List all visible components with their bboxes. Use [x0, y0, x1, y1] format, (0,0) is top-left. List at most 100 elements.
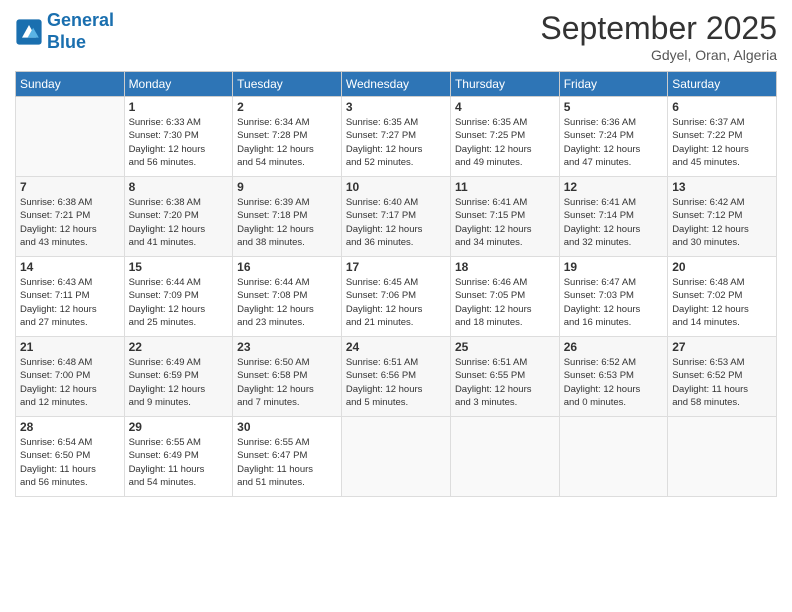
day-info: Sunrise: 6:35 AM Sunset: 7:25 PM Dayligh…	[455, 116, 555, 169]
day-info: Sunrise: 6:47 AM Sunset: 7:03 PM Dayligh…	[564, 276, 663, 329]
calendar-cell: 26 Sunrise: 6:52 AM Sunset: 6:53 PM Dayli…	[559, 337, 667, 417]
location-text: Gdyel, Oran, Algeria	[540, 47, 777, 63]
weekday-header: Tuesday	[233, 72, 342, 97]
day-info: Sunrise: 6:33 AM Sunset: 7:30 PM Dayligh…	[129, 116, 229, 169]
calendar-cell: 1 Sunrise: 6:33 AM Sunset: 7:30 PM Daylig…	[124, 97, 233, 177]
calendar-cell	[341, 417, 450, 497]
day-number: 26	[564, 340, 663, 354]
day-number: 7	[20, 180, 120, 194]
day-number: 4	[455, 100, 555, 114]
logo-text: General Blue	[47, 10, 114, 53]
page-container: General Blue September 2025 Gdyel, Oran,…	[0, 0, 792, 507]
day-number: 24	[346, 340, 446, 354]
day-info: Sunrise: 6:41 AM Sunset: 7:14 PM Dayligh…	[564, 196, 663, 249]
title-block: September 2025 Gdyel, Oran, Algeria	[540, 10, 777, 63]
day-number: 20	[672, 260, 772, 274]
day-number: 8	[129, 180, 229, 194]
logo-general: General	[47, 10, 114, 30]
day-info: Sunrise: 6:35 AM Sunset: 7:27 PM Dayligh…	[346, 116, 446, 169]
day-number: 3	[346, 100, 446, 114]
day-info: Sunrise: 6:40 AM Sunset: 7:17 PM Dayligh…	[346, 196, 446, 249]
day-info: Sunrise: 6:44 AM Sunset: 7:08 PM Dayligh…	[237, 276, 337, 329]
calendar-cell: 18 Sunrise: 6:46 AM Sunset: 7:05 PM Dayli…	[450, 257, 559, 337]
calendar-cell: 23 Sunrise: 6:50 AM Sunset: 6:58 PM Dayli…	[233, 337, 342, 417]
calendar-cell: 22 Sunrise: 6:49 AM Sunset: 6:59 PM Dayli…	[124, 337, 233, 417]
calendar-cell: 8 Sunrise: 6:38 AM Sunset: 7:20 PM Daylig…	[124, 177, 233, 257]
day-number: 12	[564, 180, 663, 194]
calendar-cell: 25Sunrise: 6:51 AM Sunset: 6:55 PM Dayli…	[450, 337, 559, 417]
day-number: 18	[455, 260, 555, 274]
day-number: 2	[237, 100, 337, 114]
weekday-header: Wednesday	[341, 72, 450, 97]
calendar-cell: 20 Sunrise: 6:48 AM Sunset: 7:02 PM Dayli…	[668, 257, 777, 337]
logo-blue: Blue	[47, 32, 86, 52]
calendar-cell: 11 Sunrise: 6:41 AM Sunset: 7:15 PM Dayli…	[450, 177, 559, 257]
weekday-header: Monday	[124, 72, 233, 97]
calendar-cell: 3 Sunrise: 6:35 AM Sunset: 7:27 PM Daylig…	[341, 97, 450, 177]
day-info: Sunrise: 6:44 AM Sunset: 7:09 PM Dayligh…	[129, 276, 229, 329]
day-number: 5	[564, 100, 663, 114]
day-number: 19	[564, 260, 663, 274]
day-number: 1	[129, 100, 229, 114]
day-info: Sunrise: 6:48 AM Sunset: 7:02 PM Dayligh…	[672, 276, 772, 329]
calendar-cell: 30Sunrise: 6:55 AM Sunset: 6:47 PM Dayli…	[233, 417, 342, 497]
day-info: Sunrise: 6:51 AM Sunset: 6:55 PM Dayligh…	[455, 356, 555, 409]
calendar-cell: 6Sunrise: 6:37 AM Sunset: 7:22 PM Daylig…	[668, 97, 777, 177]
calendar-cell: 27Sunrise: 6:53 AM Sunset: 6:52 PM Dayli…	[668, 337, 777, 417]
calendar-cell: 10 Sunrise: 6:40 AM Sunset: 7:17 PM Dayli…	[341, 177, 450, 257]
calendar-cell	[16, 97, 125, 177]
day-number: 28	[20, 420, 120, 434]
day-info: Sunrise: 6:38 AM Sunset: 7:20 PM Dayligh…	[129, 196, 229, 249]
day-number: 22	[129, 340, 229, 354]
day-info: Sunrise: 6:42 AM Sunset: 7:12 PM Dayligh…	[672, 196, 772, 249]
day-number: 9	[237, 180, 337, 194]
day-info: Sunrise: 6:41 AM Sunset: 7:15 PM Dayligh…	[455, 196, 555, 249]
day-number: 23	[237, 340, 337, 354]
logo: General Blue	[15, 10, 114, 53]
day-number: 11	[455, 180, 555, 194]
day-number: 27	[672, 340, 772, 354]
calendar-cell: 28 Sunrise: 6:54 AM Sunset: 6:50 PM Dayli…	[16, 417, 125, 497]
calendar-cell: 4 Sunrise: 6:35 AM Sunset: 7:25 PM Daylig…	[450, 97, 559, 177]
day-info: Sunrise: 6:45 AM Sunset: 7:06 PM Dayligh…	[346, 276, 446, 329]
day-number: 30	[237, 420, 337, 434]
day-info: Sunrise: 6:38 AM Sunset: 7:21 PM Dayligh…	[20, 196, 120, 249]
day-info: Sunrise: 6:54 AM Sunset: 6:50 PM Dayligh…	[20, 436, 120, 489]
calendar-cell: 15 Sunrise: 6:44 AM Sunset: 7:09 PM Dayli…	[124, 257, 233, 337]
calendar-cell: 16 Sunrise: 6:44 AM Sunset: 7:08 PM Dayli…	[233, 257, 342, 337]
header-row: SundayMondayTuesdayWednesdayThursdayFrid…	[16, 72, 777, 97]
day-number: 15	[129, 260, 229, 274]
calendar-cell: 2Sunrise: 6:34 AM Sunset: 7:28 PM Daylig…	[233, 97, 342, 177]
calendar-week-row: 7 Sunrise: 6:38 AM Sunset: 7:21 PM Daylig…	[16, 177, 777, 257]
day-info: Sunrise: 6:52 AM Sunset: 6:53 PM Dayligh…	[564, 356, 663, 409]
day-number: 16	[237, 260, 337, 274]
calendar-cell: 13 Sunrise: 6:42 AM Sunset: 7:12 PM Dayli…	[668, 177, 777, 257]
calendar-table: SundayMondayTuesdayWednesdayThursdayFrid…	[15, 71, 777, 497]
calendar-cell: 29Sunrise: 6:55 AM Sunset: 6:49 PM Dayli…	[124, 417, 233, 497]
day-info: Sunrise: 6:48 AM Sunset: 7:00 PM Dayligh…	[20, 356, 120, 409]
day-info: Sunrise: 6:49 AM Sunset: 6:59 PM Dayligh…	[129, 356, 229, 409]
weekday-header: Friday	[559, 72, 667, 97]
day-info: Sunrise: 6:51 AM Sunset: 6:56 PM Dayligh…	[346, 356, 446, 409]
weekday-header: Saturday	[668, 72, 777, 97]
day-info: Sunrise: 6:36 AM Sunset: 7:24 PM Dayligh…	[564, 116, 663, 169]
calendar-cell: 5 Sunrise: 6:36 AM Sunset: 7:24 PM Daylig…	[559, 97, 667, 177]
day-info: Sunrise: 6:50 AM Sunset: 6:58 PM Dayligh…	[237, 356, 337, 409]
calendar-cell	[668, 417, 777, 497]
calendar-cell: 14Sunrise: 6:43 AM Sunset: 7:11 PM Dayli…	[16, 257, 125, 337]
calendar-week-row: 1 Sunrise: 6:33 AM Sunset: 7:30 PM Daylig…	[16, 97, 777, 177]
calendar-week-row: 14Sunrise: 6:43 AM Sunset: 7:11 PM Dayli…	[16, 257, 777, 337]
day-number: 13	[672, 180, 772, 194]
calendar-week-row: 28 Sunrise: 6:54 AM Sunset: 6:50 PM Dayli…	[16, 417, 777, 497]
day-info: Sunrise: 6:46 AM Sunset: 7:05 PM Dayligh…	[455, 276, 555, 329]
day-info: Sunrise: 6:55 AM Sunset: 6:49 PM Dayligh…	[129, 436, 229, 489]
calendar-cell: 12 Sunrise: 6:41 AM Sunset: 7:14 PM Dayli…	[559, 177, 667, 257]
day-number: 10	[346, 180, 446, 194]
calendar-cell	[559, 417, 667, 497]
day-number: 14	[20, 260, 120, 274]
day-info: Sunrise: 6:37 AM Sunset: 7:22 PM Dayligh…	[672, 116, 772, 169]
weekday-header: Sunday	[16, 72, 125, 97]
weekday-header: Thursday	[450, 72, 559, 97]
calendar-cell: 17Sunrise: 6:45 AM Sunset: 7:06 PM Dayli…	[341, 257, 450, 337]
calendar-cell: 9Sunrise: 6:39 AM Sunset: 7:18 PM Daylig…	[233, 177, 342, 257]
